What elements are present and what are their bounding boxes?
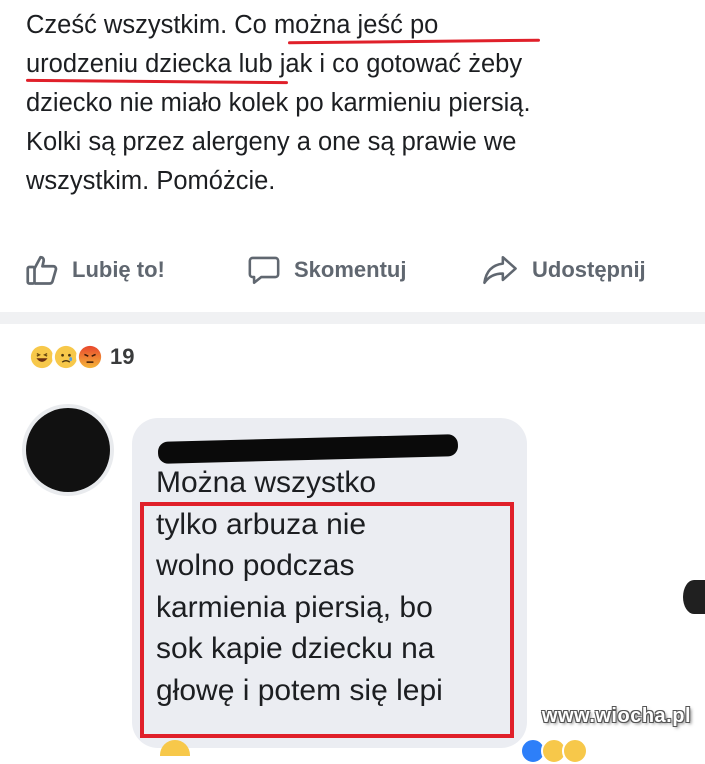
- red-highlight-box: [140, 502, 514, 738]
- comment-text-line: Można wszystko: [156, 466, 377, 499]
- edge-shadow: [683, 580, 705, 614]
- watermark: www.wiocha.pl: [541, 705, 691, 727]
- comment-button[interactable]: Skomentuj: [246, 248, 406, 292]
- post-text-line: Cześć wszystkim. Co można jeść po: [26, 11, 439, 39]
- avatar[interactable]: [26, 408, 110, 492]
- post-text-line: wszystkim. Pomóżcie.: [26, 167, 276, 195]
- reactions-count: 19: [110, 344, 135, 369]
- reactions-summary[interactable]: 19: [28, 340, 134, 374]
- speech-bubble-icon: [248, 256, 280, 285]
- comment-section: Można wszystko tylko arbuza nie wolno po…: [0, 390, 705, 764]
- share-arrow-icon: [483, 255, 517, 285]
- comment-reactions[interactable]: [520, 738, 588, 764]
- share-label: Udostępnij: [532, 257, 646, 282]
- comment-label: Skomentuj: [294, 257, 407, 282]
- post-text-line: dziecko nie miało kolek po karmieniu pie…: [26, 89, 531, 117]
- divider: [0, 312, 705, 324]
- post-card: Cześć wszystkim. Co można jeść po urodze…: [0, 0, 705, 312]
- angry-icon: [76, 343, 104, 371]
- like-label: Lubię to!: [72, 257, 165, 282]
- post-actions-bar: Lubię to! Skomentuj Udostępnij: [0, 248, 705, 292]
- post-text: Cześć wszystkim. Co można jeść po urodze…: [26, 6, 686, 201]
- post-text-line: Kolki są przez alergeny a one są prawie …: [26, 128, 517, 156]
- share-button[interactable]: Udostępnij: [480, 248, 646, 292]
- post-text-line: urodzeniu dziecka lub jak i co gotować ż…: [26, 50, 523, 78]
- thumbs-up-icon: [26, 255, 58, 285]
- like-button[interactable]: Lubię to!: [24, 248, 165, 292]
- wow-react-icon: [562, 738, 588, 764]
